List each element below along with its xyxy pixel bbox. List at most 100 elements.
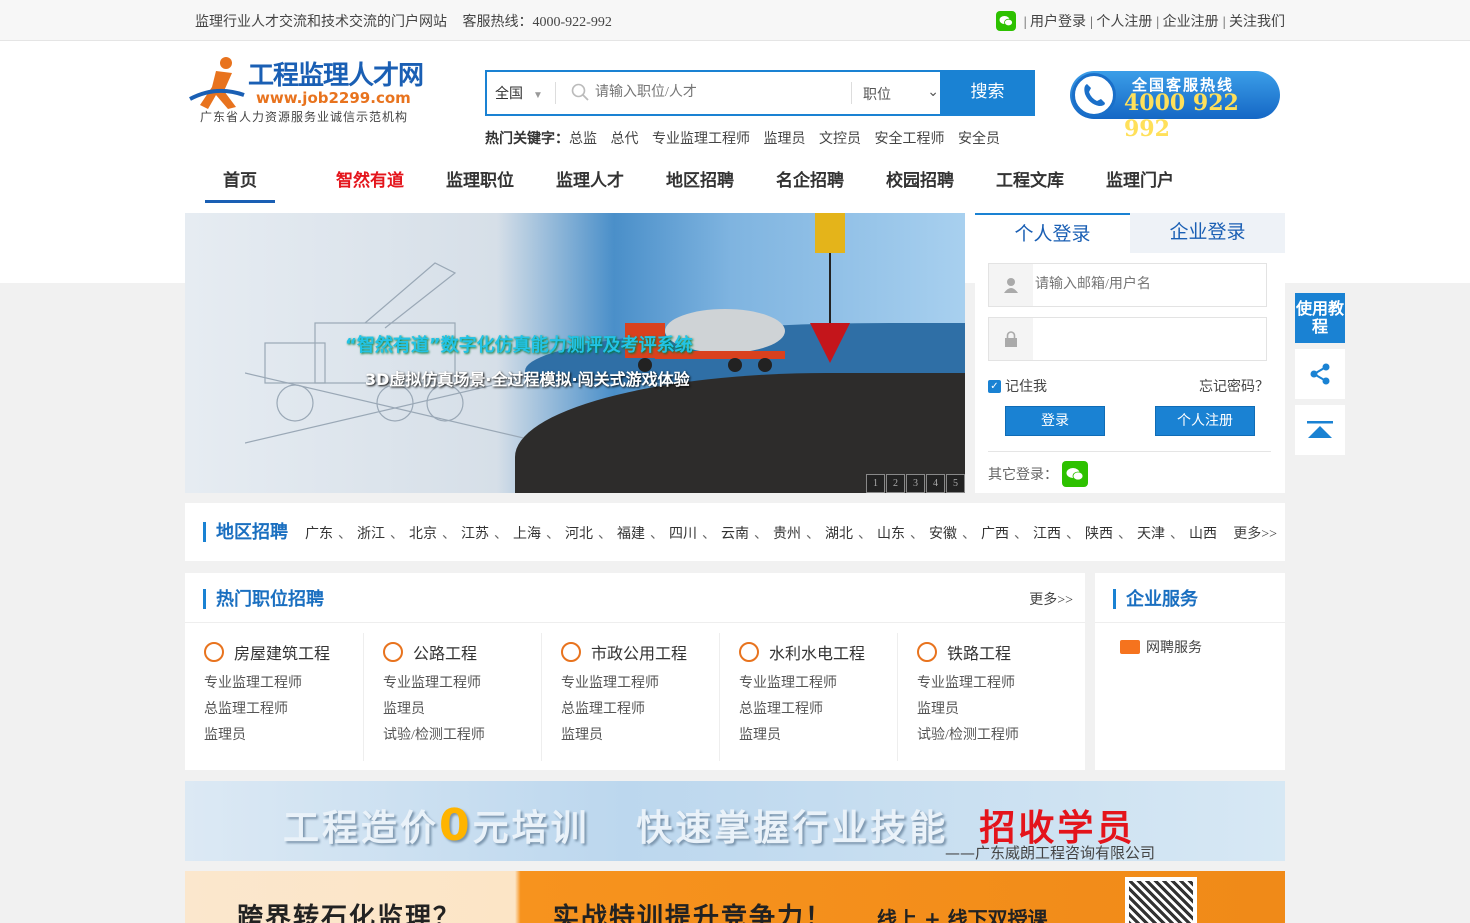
job-link[interactable]: 试验/检测工程师 <box>898 723 1075 749</box>
hot-jobs: 热门职位招聘 更多>> 房屋建筑工程 专业监理工程师 总监理工程师 监理员 公路… <box>185 573 1085 770</box>
region-link[interactable]: 四川 <box>669 523 721 543</box>
follow-us-link[interactable]: | 关注我们 <box>1223 11 1285 31</box>
ad-zero: 0 <box>439 800 473 851</box>
job-link[interactable]: 监理员 <box>898 697 1075 723</box>
region-link[interactable]: 福建 <box>617 523 669 543</box>
user-login-link[interactable]: | 用户登录 <box>1024 11 1086 31</box>
region-more-link[interactable]: 更多>> <box>1233 523 1277 543</box>
region-link[interactable]: 贵州 <box>773 523 825 543</box>
hot-keyword[interactable]: 总代 <box>611 132 639 147</box>
wechat-icon[interactable] <box>995 11 1016 31</box>
job-category-header[interactable]: 水利水电工程 <box>720 633 897 671</box>
nav-home[interactable]: 首页 <box>205 169 275 203</box>
hot-keyword[interactable]: 专业监理工程师 <box>652 132 750 147</box>
job-link[interactable]: 总监理工程师 <box>185 697 363 723</box>
category-icon <box>917 642 937 662</box>
nav-campus[interactable]: 校园招聘 <box>865 169 975 203</box>
hot-keyword[interactable]: 文控员 <box>819 132 861 147</box>
top-bar-links: | 用户登录 | 个人注册 | 企业注册 | 关注我们 <box>995 11 1285 31</box>
banner-page-button[interactable]: 3 <box>906 474 925 493</box>
tab-personal-login[interactable]: 个人登录 <box>975 213 1130 253</box>
hot-keyword[interactable]: 安全员 <box>958 132 1000 147</box>
company-register-link[interactable]: | 企业注册 <box>1156 11 1218 31</box>
region-link[interactable]: 北京 <box>409 523 461 543</box>
region-link[interactable]: 山东 <box>877 523 929 543</box>
region-link[interactable]: 广西 <box>981 523 1033 543</box>
chevron-down-icon: ⌄ <box>927 85 939 100</box>
job-link[interactable]: 试验/检测工程师 <box>364 723 541 749</box>
training-ad-banner[interactable]: 工程造价0元培训 快速掌握行业技能 招收学员 ——广东威朗工程咨询有限公司 <box>185 781 1285 861</box>
region-link[interactable]: 浙江 <box>357 523 409 543</box>
job-link[interactable]: 专业监理工程师 <box>364 671 541 697</box>
remember-checkbox[interactable]: ✓ <box>988 379 1001 393</box>
banner-page-button[interactable]: 2 <box>886 474 905 493</box>
job-link[interactable]: 专业监理工程师 <box>542 671 719 697</box>
region-link[interactable]: 上海 <box>513 523 565 543</box>
banner-page-button[interactable]: 4 <box>926 474 945 493</box>
job-category-header[interactable]: 市政公用工程 <box>542 633 719 671</box>
search-input[interactable] <box>595 80 835 106</box>
petrochem-ad-banner[interactable]: 跨界转石化监理？ 实战特训提升竞争力！ 线上 + 线下双授课 <box>185 871 1285 923</box>
hero-banner[interactable]: “智然有道”数字化仿真能力测评及考评系统 3D虚拟仿真场景·全过程模拟·闯关式游… <box>185 213 965 493</box>
username-input[interactable] <box>1033 270 1253 300</box>
nav-zhiran[interactable]: 智然有道 <box>315 169 425 203</box>
ad2-text-b: 实战特训提升竞争力！ <box>553 903 834 923</box>
remember-me[interactable]: ✓ 记住我 <box>988 376 1047 396</box>
nav-regions[interactable]: 地区招聘 <box>645 169 755 203</box>
banner-page-button[interactable]: 5 <box>946 474 965 493</box>
hot-keyword[interactable]: 监理员 <box>764 132 806 147</box>
password-input[interactable] <box>1033 324 1253 354</box>
banner-page-button[interactable]: 1 <box>866 474 885 493</box>
job-category: 水利水电工程 专业监理工程师 总监理工程师 监理员 <box>719 633 897 761</box>
job-category-header[interactable]: 铁路工程 <box>898 633 1075 671</box>
job-category-header[interactable]: 公路工程 <box>364 633 541 671</box>
region-link[interactable]: 陕西 <box>1085 523 1137 543</box>
region-link[interactable]: 湖北 <box>825 523 877 543</box>
region-link[interactable]: 江苏 <box>461 523 513 543</box>
job-link[interactable]: 总监理工程师 <box>542 697 719 723</box>
region-link[interactable]: 山西 <box>1189 523 1227 543</box>
tutorial-button[interactable]: 使用教程 <box>1295 293 1345 343</box>
search-button[interactable]: 搜索 <box>940 70 1035 116</box>
job-category-name: 公路工程 <box>413 646 478 663</box>
personal-register-link[interactable]: | 个人注册 <box>1090 11 1152 31</box>
nav-jobs[interactable]: 监理职位 <box>425 169 535 203</box>
region-link[interactable]: 天津 <box>1137 523 1189 543</box>
region-link[interactable]: 河北 <box>565 523 617 543</box>
job-link[interactable]: 监理员 <box>185 723 363 749</box>
region-link[interactable]: 安徽 <box>929 523 981 543</box>
site-logo[interactable]: 工程监理人才网 www.job2299.com 广东省人力资源服务业诚信示范机构 <box>186 53 436 125</box>
region-select[interactable]: 全国 ▼ <box>495 83 543 103</box>
online-recruit-service[interactable]: 网聘服务 <box>1120 637 1202 657</box>
nav-library[interactable]: 工程文库 <box>975 169 1085 203</box>
job-link[interactable]: 监理员 <box>364 697 541 723</box>
nav-companies[interactable]: 名企招聘 <box>755 169 865 203</box>
region-link[interactable]: 云南 <box>721 523 773 543</box>
top-bar-left: 监理行业人才交流和技术交流的门户网站 客服热线：4000-922-992 <box>195 11 624 31</box>
hot-keyword[interactable]: 总监 <box>569 132 597 147</box>
job-link[interactable]: 专业监理工程师 <box>898 671 1075 697</box>
divider <box>555 82 556 104</box>
region-link[interactable]: 广东 <box>305 523 357 543</box>
search-type-select[interactable]: 职位 ⌄ <box>863 84 939 104</box>
job-category: 公路工程 专业监理工程师 监理员 试验/检测工程师 <box>363 633 541 761</box>
wechat-login-icon[interactable] <box>1062 461 1088 487</box>
nav-portal[interactable]: 监理门户 <box>1085 169 1195 203</box>
job-link[interactable]: 总监理工程师 <box>720 697 897 723</box>
forgot-password-link[interactable]: 忘记密码？ <box>1199 376 1269 396</box>
region-link[interactable]: 江西 <box>1033 523 1085 543</box>
back-to-top-button[interactable] <box>1295 405 1345 455</box>
login-button[interactable]: 登录 <box>1005 406 1105 436</box>
job-link[interactable]: 专业监理工程师 <box>185 671 363 697</box>
nav-talent[interactable]: 监理人才 <box>535 169 645 203</box>
job-link[interactable]: 监理员 <box>720 723 897 749</box>
hot-keyword[interactable]: 安全工程师 <box>875 132 945 147</box>
hot-jobs-more-link[interactable]: 更多>> <box>1029 589 1073 609</box>
job-link[interactable]: 监理员 <box>542 723 719 749</box>
tab-company-login[interactable]: 企业登录 <box>1130 213 1285 253</box>
job-category-header[interactable]: 房屋建筑工程 <box>185 633 363 671</box>
share-button[interactable] <box>1295 349 1345 399</box>
personal-register-button[interactable]: 个人注册 <box>1155 406 1255 436</box>
job-link[interactable]: 专业监理工程师 <box>720 671 897 697</box>
caret-down-icon: ▼ <box>533 90 543 101</box>
